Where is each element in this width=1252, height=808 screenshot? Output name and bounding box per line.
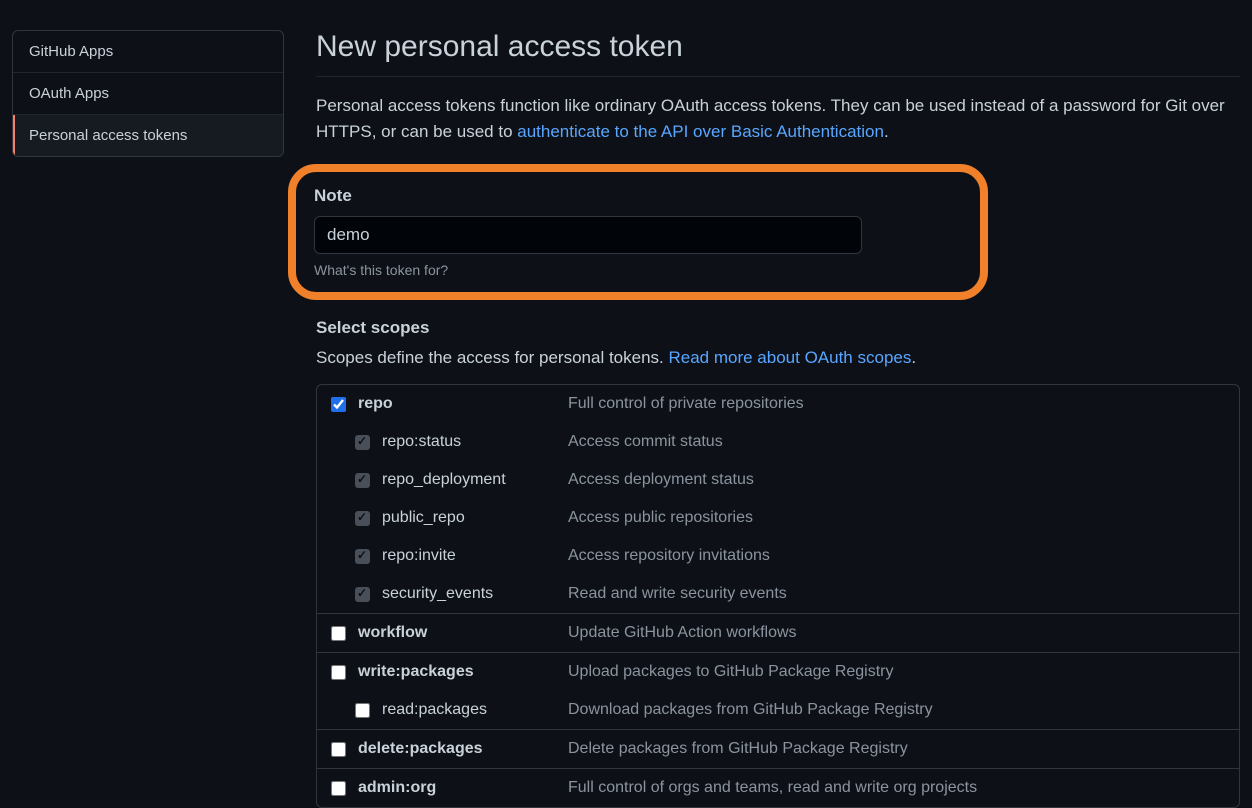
scope-group-repo: repo Full control of private repositorie… xyxy=(317,385,1239,614)
scope-name: repo xyxy=(358,395,568,413)
scope-name: delete:packages xyxy=(358,740,568,758)
note-label: Note xyxy=(314,186,962,206)
scope-group-write-packages: write:packages Upload packages to GitHub… xyxy=(317,653,1239,730)
intro-link-authenticate[interactable]: authenticate to the API over Basic Authe… xyxy=(517,122,884,141)
sidebar-item-github-apps[interactable]: GitHub Apps xyxy=(13,31,283,73)
scope-group-delete-packages: delete:packages Delete packages from Git… xyxy=(317,730,1239,769)
scope-checkbox-repo-deployment[interactable] xyxy=(355,473,370,488)
select-scopes-heading: Select scopes xyxy=(316,318,1240,338)
scope-row-repo: repo Full control of private repositorie… xyxy=(317,385,1239,423)
scope-row-repo-deployment: repo_deployment Access deployment status xyxy=(317,461,1239,499)
scopes-intro-prefix: Scopes define the access for personal to… xyxy=(316,348,668,367)
scopes-intro: Scopes define the access for personal to… xyxy=(316,348,1240,368)
note-hint: What's this token for? xyxy=(314,262,962,278)
settings-sidebar: GitHub Apps OAuth Apps Personal access t… xyxy=(12,30,284,157)
scope-name: security_events xyxy=(382,585,568,603)
sidebar-item-personal-access-tokens[interactable]: Personal access tokens xyxy=(13,115,283,156)
note-input[interactable] xyxy=(314,216,862,254)
scopes-intro-link[interactable]: Read more about OAuth scopes xyxy=(668,348,911,367)
scope-name: repo_deployment xyxy=(382,471,568,489)
scope-desc: Read and write security events xyxy=(568,585,787,603)
scope-desc: Delete packages from GitHub Package Regi… xyxy=(568,740,908,758)
scope-checkbox-repo-status[interactable] xyxy=(355,435,370,450)
scope-name: workflow xyxy=(358,624,568,642)
scope-desc: Access commit status xyxy=(568,433,723,451)
sidebar-item-label: Personal access tokens xyxy=(29,127,187,144)
scope-checkbox-write-packages[interactable] xyxy=(331,665,346,680)
scope-row-public-repo: public_repo Access public repositories xyxy=(317,499,1239,537)
scope-desc: Download packages from GitHub Package Re… xyxy=(568,701,933,719)
scopes-intro-suffix: . xyxy=(911,348,916,367)
scope-group-admin-org: admin:org Full control of orgs and teams… xyxy=(317,769,1239,807)
scope-name: public_repo xyxy=(382,509,568,527)
scope-desc: Access public repositories xyxy=(568,509,753,527)
scope-desc: Full control of private repositories xyxy=(568,395,804,413)
note-highlight-box: Note What's this token for? xyxy=(288,164,988,300)
scope-row-read-packages: read:packages Download packages from Git… xyxy=(317,691,1239,729)
scope-group-workflow: workflow Update GitHub Action workflows xyxy=(317,614,1239,653)
scope-row-write-packages: write:packages Upload packages to GitHub… xyxy=(317,653,1239,691)
scope-checkbox-repo-invite[interactable] xyxy=(355,549,370,564)
scope-desc: Access repository invitations xyxy=(568,547,770,565)
scope-row-repo-status: repo:status Access commit status xyxy=(317,423,1239,461)
scope-name: admin:org xyxy=(358,779,568,797)
scope-row-repo-invite: repo:invite Access repository invitation… xyxy=(317,537,1239,575)
intro-paragraph: Personal access tokens function like ord… xyxy=(316,93,1240,144)
scope-checkbox-admin-org[interactable] xyxy=(331,781,346,796)
scope-checkbox-workflow[interactable] xyxy=(331,626,346,641)
scope-checkbox-security-events[interactable] xyxy=(355,587,370,602)
scope-row-admin-org: admin:org Full control of orgs and teams… xyxy=(317,769,1239,807)
scope-checkbox-public-repo[interactable] xyxy=(355,511,370,526)
sidebar-item-label: GitHub Apps xyxy=(29,43,113,60)
scope-checkbox-delete-packages[interactable] xyxy=(331,742,346,757)
sidebar-item-oauth-apps[interactable]: OAuth Apps xyxy=(13,73,283,115)
scopes-box: repo Full control of private repositorie… xyxy=(316,384,1240,808)
intro-text-suffix: . xyxy=(884,122,889,141)
scope-row-security-events: security_events Read and write security … xyxy=(317,575,1239,613)
scope-name: repo:invite xyxy=(382,547,568,565)
scope-checkbox-repo[interactable] xyxy=(331,397,346,412)
page-title: New personal access token xyxy=(316,30,1240,77)
sidebar-item-label: OAuth Apps xyxy=(29,85,109,102)
scope-desc: Upload packages to GitHub Package Regist… xyxy=(568,663,894,681)
scope-name: write:packages xyxy=(358,663,568,681)
scope-desc: Update GitHub Action workflows xyxy=(568,624,797,642)
scope-checkbox-read-packages[interactable] xyxy=(355,703,370,718)
scope-desc: Access deployment status xyxy=(568,471,754,489)
scope-desc: Full control of orgs and teams, read and… xyxy=(568,779,977,797)
scope-row-delete-packages: delete:packages Delete packages from Git… xyxy=(317,730,1239,768)
scope-row-workflow: workflow Update GitHub Action workflows xyxy=(317,614,1239,652)
scope-name: read:packages xyxy=(382,701,568,719)
main-content: New personal access token Personal acces… xyxy=(316,30,1240,808)
scope-name: repo:status xyxy=(382,433,568,451)
